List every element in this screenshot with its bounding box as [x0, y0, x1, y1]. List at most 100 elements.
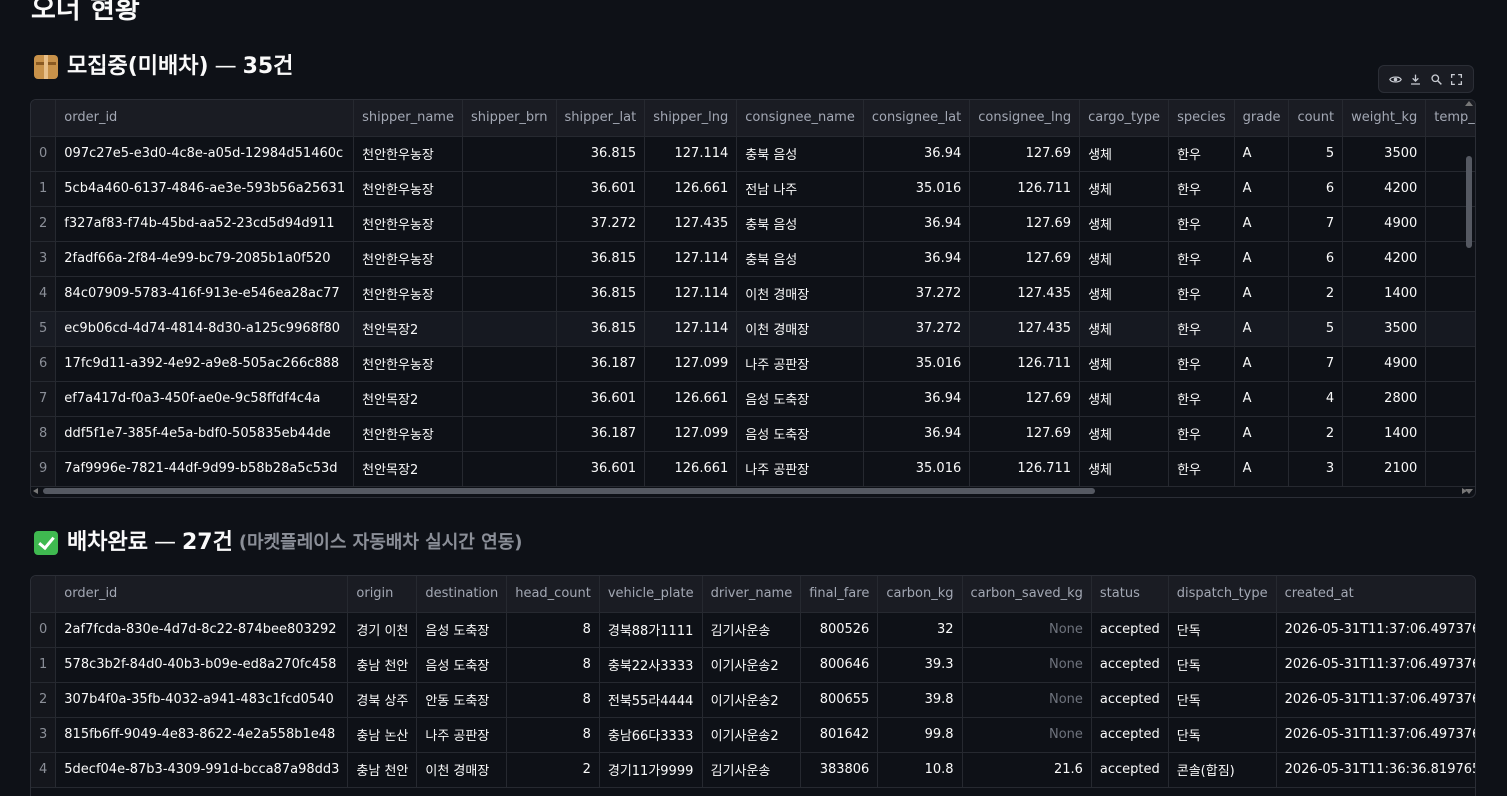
cell-grade[interactable]: A — [1234, 171, 1290, 207]
cell-consignee-name[interactable]: 충북 음성 — [736, 206, 864, 242]
cell-weight-kg[interactable]: 2100 — [1342, 451, 1427, 487]
cell-shipper-lat[interactable]: 36.815 — [556, 136, 646, 172]
cell-count[interactable]: 2 — [1288, 416, 1344, 452]
cell-vehicle-plate[interactable]: 경기11가9999 — [599, 752, 703, 788]
cell-count[interactable]: 4 — [1288, 381, 1344, 417]
cell-weight-kg[interactable]: 4200 — [1342, 241, 1427, 277]
cell-driver-name[interactable]: 김기사운송 — [702, 612, 802, 648]
cell-cargo-type[interactable]: 생체 — [1079, 381, 1170, 417]
cell-shipper-lat[interactable]: 36.815 — [556, 241, 646, 277]
cell-shipper-brn[interactable] — [462, 416, 557, 452]
cell-grade[interactable]: A — [1234, 381, 1290, 417]
column-header-shipper-brn[interactable]: shipper_brn — [462, 100, 557, 137]
cell-status[interactable]: accepted — [1091, 647, 1169, 683]
column-header-head-count[interactable]: head_count — [506, 576, 600, 613]
cell-dispatch-type[interactable]: 단독 — [1168, 647, 1277, 683]
column-header-consignee-lat[interactable]: consignee_lat — [863, 100, 971, 137]
cell-shipper-name[interactable]: 천안한우농장 — [353, 136, 463, 172]
table-row[interactable]: 0 2af7fcda-830e-4d7d-8c22-874bee803292 경기 … — [31, 612, 1475, 648]
cell-order-id[interactable]: ddf5f1e7-385f-4e5a-bdf0-505835eb44de — [55, 416, 355, 452]
cell-origin[interactable]: 충남 논산 — [347, 717, 418, 753]
cell-grade[interactable]: A — [1234, 206, 1290, 242]
cell-grade[interactable]: A — [1234, 276, 1290, 312]
cell-destination[interactable]: 나주 공판장 — [416, 717, 508, 753]
cell-order-id[interactable]: 815fb6ff-9049-4e83-8622-4e2a558b1e48 — [55, 717, 349, 753]
unassigned-orders-table[interactable]: order_id shipper_name shipper_brn shipper_l… — [30, 99, 1476, 498]
cell-shipper-lng[interactable]: 127.114 — [644, 311, 738, 347]
cell-final-fare[interactable]: 800646 — [800, 647, 879, 683]
cell-shipper-lat[interactable]: 36.601 — [556, 171, 646, 207]
cell-weight-kg[interactable]: 1400 — [1342, 276, 1427, 312]
cell-shipper-lat[interactable]: 36.815 — [556, 276, 646, 312]
column-header-created-at[interactable]: created_at — [1276, 576, 1475, 613]
cell-cargo-type[interactable]: 생체 — [1079, 346, 1170, 382]
cell-weight-kg[interactable]: 4900 — [1342, 346, 1427, 382]
cell-species[interactable]: 한우 — [1168, 346, 1235, 382]
cell-destination[interactable]: 이천 경매장 — [416, 752, 508, 788]
cell-consignee-lat[interactable]: 35.016 — [863, 171, 971, 207]
cell-vehicle-plate[interactable]: 충북22사3333 — [599, 647, 703, 683]
cell-shipper-brn[interactable] — [462, 276, 557, 312]
cell-shipper-lat[interactable]: 36.187 — [556, 416, 646, 452]
table-row[interactable]: 1 5cb4a460-6137-4846-ae3e-593b56a25631 천안한… — [31, 171, 1475, 207]
cell-shipper-lng[interactable]: 127.099 — [644, 346, 738, 382]
column-header-consignee-lng[interactable]: consignee_lng — [969, 100, 1081, 137]
cell-destination[interactable]: 음성 도축장 — [416, 612, 508, 648]
cell-consignee-lng[interactable]: 127.435 — [969, 311, 1081, 347]
cell-order-id[interactable]: ec9b06cd-4d74-4814-8d30-a125c9968f80 — [55, 311, 355, 347]
row-index[interactable]: 4 — [31, 752, 57, 788]
cell-origin[interactable]: 경기 이천 — [347, 612, 418, 648]
cell-final-fare[interactable]: 800655 — [800, 682, 879, 718]
cell-shipper-name[interactable]: 천안목장2 — [353, 311, 463, 347]
cell-carbon-kg[interactable]: 99.8 — [877, 717, 963, 753]
row-index[interactable]: 2 — [31, 206, 57, 242]
cell-final-fare[interactable]: 800526 — [800, 612, 879, 648]
column-header-final-fare[interactable]: final_fare — [800, 576, 879, 613]
row-index[interactable]: 2 — [31, 682, 57, 718]
cell-shipper-lng[interactable]: 126.661 — [644, 381, 738, 417]
eye-icon[interactable] — [1387, 71, 1403, 87]
cell-grade[interactable]: A — [1234, 451, 1290, 487]
table-row[interactable]: 1 578c3b2f-84d0-40b3-b09e-ed8a270fc458 충남 … — [31, 647, 1475, 683]
cell-driver-name[interactable]: 이기사운송2 — [702, 647, 802, 683]
cell-count[interactable]: 2 — [1288, 276, 1344, 312]
column-header-order-id[interactable]: order_id — [55, 576, 349, 613]
download-icon[interactable] — [1408, 71, 1424, 87]
cell-status[interactable]: accepted — [1091, 612, 1169, 648]
cell-consignee-lat[interactable]: 35.016 — [863, 346, 971, 382]
cell-order-id[interactable]: 7af9996e-7821-44df-9d99-b58b28a5c53d — [55, 451, 355, 487]
cell-weight-kg[interactable]: 4900 — [1342, 206, 1427, 242]
cell-carbon-kg[interactable]: 32 — [877, 612, 963, 648]
cell-count[interactable]: 5 — [1288, 136, 1344, 172]
cell-dispatch-type[interactable]: 단독 — [1168, 717, 1277, 753]
cell-shipper-brn[interactable] — [462, 381, 557, 417]
row-index[interactable]: 0 — [31, 136, 57, 172]
cell-head-count[interactable]: 8 — [506, 647, 600, 683]
table-row[interactable]: 5 ec9b06cd-4d74-4814-8d30-a125c9968f80 천안목… — [31, 311, 1475, 347]
cell-consignee-lat[interactable]: 36.94 — [863, 416, 971, 452]
cell-driver-name[interactable]: 이기사운송2 — [702, 717, 802, 753]
cell-origin[interactable]: 충남 천안 — [347, 752, 418, 788]
column-header-destination[interactable]: destination — [416, 576, 508, 613]
cell-driver-name[interactable]: 김기사운송 — [702, 752, 802, 788]
cell-status[interactable]: accepted — [1091, 752, 1169, 788]
cell-consignee-name[interactable]: 충북 음성 — [736, 241, 864, 277]
row-index[interactable]: 4 — [31, 276, 57, 312]
cell-carbon-saved-kg[interactable]: None — [962, 612, 1092, 648]
row-index[interactable]: 6 — [31, 346, 57, 382]
cell-grade[interactable]: A — [1234, 136, 1290, 172]
column-header-species[interactable]: species — [1168, 100, 1235, 137]
cell-dispatch-type[interactable]: 콘솔(합짐) — [1168, 752, 1277, 788]
row-index[interactable]: 1 — [31, 647, 57, 683]
table-row[interactable]: 3 815fb6ff-9049-4e83-8622-4e2a558b1e48 충남 … — [31, 717, 1475, 753]
cell-status[interactable]: accepted — [1091, 682, 1169, 718]
cell-shipper-brn[interactable] — [462, 241, 557, 277]
horizontal-scrollbar[interactable] — [33, 488, 1467, 494]
cell-order-id[interactable]: 17fc9d11-a392-4e92-a9e8-505ac266c888 — [55, 346, 355, 382]
table-row[interactable]: 3 2fadf66a-2f84-4e99-bc79-2085b1a0f520 천안한… — [31, 241, 1475, 277]
cell-weight-kg[interactable]: 1400 — [1342, 416, 1427, 452]
cell-carbon-kg[interactable]: 10.8 — [877, 752, 963, 788]
scroll-thumb[interactable] — [43, 488, 1095, 494]
cell-origin[interactable]: 충남 천안 — [347, 647, 418, 683]
cell-shipper-brn[interactable] — [462, 206, 557, 242]
